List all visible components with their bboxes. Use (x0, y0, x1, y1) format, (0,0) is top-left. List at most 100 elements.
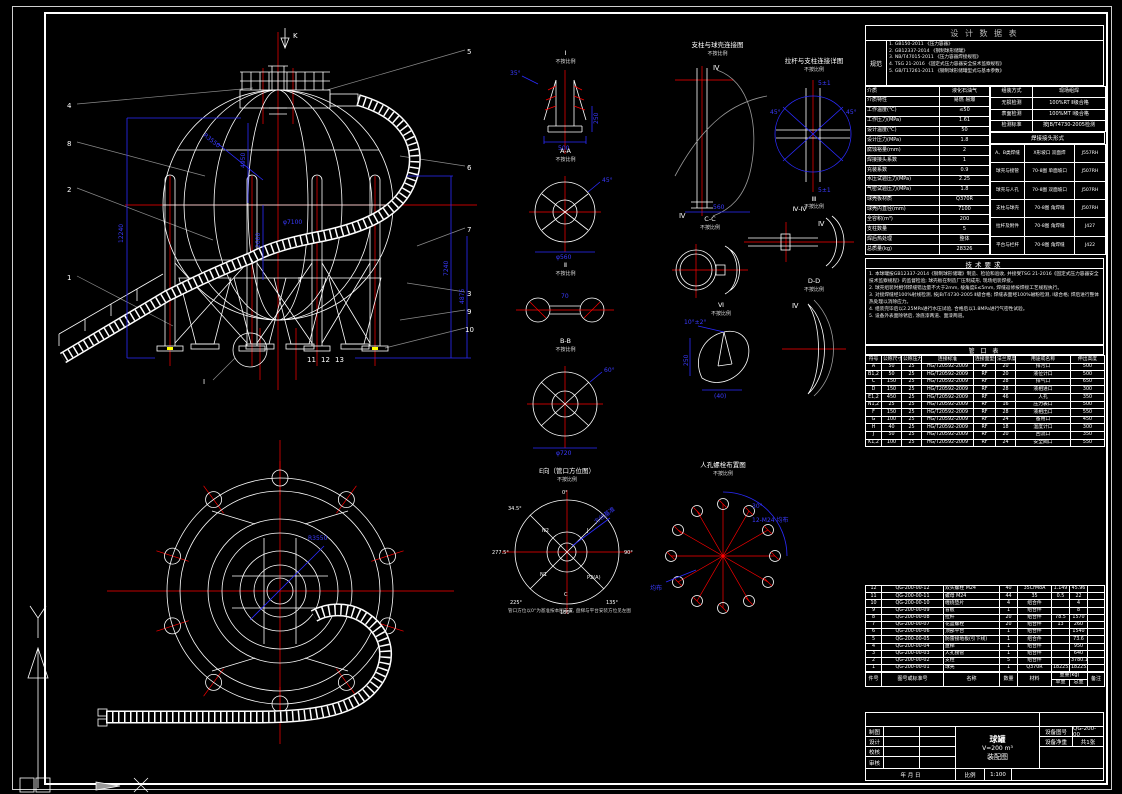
design-param-row: 焊后热处理 整体 (865, 234, 990, 245)
balloon-leader-lines (76, 49, 466, 381)
svg-text:9: 9 (467, 308, 471, 316)
param-value: 28326 (939, 244, 990, 255)
section-BB-drawing: φ720 60° (527, 365, 615, 457)
bom-row: 10 QG-200-00-10 缠绕垫片 4 组合件 4 (865, 599, 1105, 608)
svg-text:C: C (564, 592, 568, 598)
nozzle-row: D 150 25 HG/T20592-2009 RF 28 液相进口 300 (865, 385, 1105, 394)
drawing-title: 球罐 V=200 m³ 装配图 (955, 726, 1040, 769)
scale-label: 比例 (955, 768, 985, 781)
nozzle-row: C 150 25 HG/T20592-2009 RF 28 排气口 650 (865, 377, 1105, 387)
param-label: 充装系数 (865, 165, 940, 176)
nozzle-row: G 100 25 HG/T20592-2009 RF 24 备用口 450 (865, 415, 1105, 425)
section-IV-IV: Ⅳ-Ⅳ Ⅳ (742, 205, 857, 270)
param-value: Q370R (939, 194, 990, 206)
weld-row: 拉杆及附件 70-8图 角焊缝 J427 (990, 217, 1106, 237)
bom-row: 1QG-200-00-01 球壳1 Q370R18225.1 18225.7 (865, 664, 1105, 673)
svg-text:277.5°: 277.5° (492, 550, 509, 556)
design-param-row: 球壳内直径(mm) 7100 (865, 204, 990, 216)
design-param-row: 设计温度(℃) 50 (865, 125, 990, 137)
spec-line: 4. TSG 21-2016 《固定式压力容器安全技术监察规程》 (889, 61, 1005, 67)
weld-row: 球壳与接管 70-8图 单面坡口 J507RH (990, 162, 1106, 182)
notes-title: 技术要求 (865, 258, 1104, 269)
view-E-drawing: 方位基准 0° 34.5° 90° 135° 180° 225° 277.5° … (492, 489, 633, 616)
param-label: 腐蚀裕量(mm) (865, 145, 940, 157)
section-BB: B-B 不按比例 φ720 60° (508, 337, 623, 457)
param-value: 0.9 (939, 165, 990, 176)
svg-text:34.5°: 34.5° (508, 506, 522, 512)
param-label: 焊后热处理 (865, 234, 940, 245)
nozzle-row: K1,2 100 25 HG/T20592-2009 RF 24 安全阀口 550 (865, 438, 1105, 448)
equipment-name: 球罐 (989, 734, 1006, 744)
design-data-table: 设 计 数 据 表 规范 1. GB150-2011 《压力容器》 2. GB12… (865, 25, 1106, 256)
bom-row: 7 QG-200-00-07 花篮螺栓 20 组合件 13 260 (865, 620, 1105, 630)
design-param-row: 介质 液化石油气 (865, 86, 990, 97)
dim-lower: 2600 (255, 233, 262, 248)
view-bolt-layout: 人孔螺栓布置图 不按比例 30° 12-M24 均布 均布 (648, 461, 798, 630)
svg-text:5: 5 (467, 48, 471, 56)
svg-text:N1: N1 (540, 572, 547, 578)
note-line: 5. 设备外表面除锈后, 涂底漆两道、面漆两道。 (869, 314, 968, 320)
svg-text:60°: 60° (604, 367, 615, 374)
note-line: 2. 球壳组装时相邻焊缝错边量不大于2mm, 棱角度E≤5mm, 焊缝返修按焊接… (869, 286, 1063, 292)
design-param-row: 水压试验压力(MPa) 2.25 (865, 174, 990, 186)
equipment-volume: V=200 m³ (982, 744, 1013, 752)
param-value: 2 (939, 145, 990, 157)
svg-text:10°±2°: 10°±2° (684, 319, 706, 326)
bom-row: 9 QG-200-00-09 盲板 1 组合件 8 (865, 606, 1105, 615)
section-CC-drawing (672, 243, 748, 298)
svg-text:P2(A): P2(A) (587, 575, 601, 581)
param-value: 整体 (939, 234, 990, 245)
top-platform (239, 65, 359, 109)
svg-text:4: 4 (67, 102, 72, 110)
design-param-row: 腐蚀裕量(mm) 2 (865, 145, 990, 157)
svg-text:7: 7 (467, 226, 471, 234)
param-value: 1 (939, 155, 990, 166)
view-E-note: 管口方位以0°为基准按本图布置, 盘梯与平台安装方位见左图 (508, 609, 631, 614)
param-label: 工作压力(MPa) (865, 115, 940, 127)
bom-row: 2 QG-200-00-02 支柱 5 组合件 3780.1 (865, 656, 1105, 666)
nozzle-row: F 150 25 HG/T20592-2009 RF 28 液相出口 550 (865, 408, 1105, 417)
bom-row: 11 QG-200-00-11 螺母 M24 44 35 0.5 22 (865, 592, 1105, 601)
svg-text:φ720: φ720 (556, 450, 572, 457)
svg-text:5±1: 5±1 (818, 187, 831, 194)
param-value: 1.61 (939, 115, 990, 127)
nozzle-row: H 40 25 HG/T20592-2009 RF 18 温度计口 300 (865, 423, 1105, 432)
design-right-row: 检测标准 按JB/T4730-2005检测 (990, 119, 1106, 133)
param-value: 1.8 (939, 135, 990, 147)
svg-text:Ⅳ: Ⅳ (792, 302, 799, 310)
section-DD-drawing: Ⅳ (782, 299, 846, 396)
param-label: 全容积(m³) (865, 214, 940, 226)
param-label: 球壳板材质 (865, 194, 940, 206)
nozzle-row: E1,2 450 25 HG/T20592-2009 RF 46 人孔 350 (865, 392, 1105, 402)
svg-text:2: 2 (67, 186, 71, 194)
param-value: 200 (939, 214, 990, 226)
detail-II-drawing: 70 (516, 293, 614, 322)
dim-upper: 4950 (240, 153, 247, 168)
design-table-title: 设 计 数 据 表 (865, 25, 1104, 41)
nozzle-schedule: 符号 公称尺寸 公称压力 连接标准 连接面型式 法兰厚度 用途或名称 伸出高度 … (865, 355, 1105, 448)
spec-line: 1. GB150-2011 《压力容器》 (889, 42, 953, 47)
design-param-row: 工作温度(℃) ≤50 (865, 105, 990, 117)
param-value: ≤50 (939, 105, 990, 117)
design-param-row: 全容积(m³) 200 (865, 214, 990, 226)
bill-of-materials: 12 QG-200-00-12 双头螺柱 M24 40 35CrMoA 1.149 4… (865, 584, 1106, 687)
svg-text:Ⅳ: Ⅳ (713, 64, 720, 72)
svg-text:K: K (293, 32, 298, 40)
param-label: 工作温度(℃) (865, 105, 940, 117)
weld-row: A、B类焊缝 X形坡口 双面焊 J557RH (990, 143, 1106, 164)
nozzle-table-title: 管 口 表 (865, 345, 1104, 355)
spec-lines: 1. GB150-2011 《压力容器》 2. GB12337-2014 《钢制球… (887, 41, 1103, 85)
spec-label: 规范 (866, 41, 887, 85)
date-cell: 年 月 日 (865, 768, 956, 781)
param-label: 球壳内直径(mm) (865, 204, 940, 216)
param-value: 7100 (939, 204, 990, 216)
detail-VI: Ⅵ 不按比例 10°±2° 250 (40) (682, 301, 760, 400)
svg-text:135°: 135° (606, 600, 619, 606)
svg-text:5±1: 5±1 (818, 80, 831, 87)
section-II-mark: Ⅱ (298, 276, 301, 284)
elevation-centerlines (125, 32, 477, 390)
detail-I-mark: Ⅰ (203, 378, 205, 386)
bom-row: 12 QG-200-00-12 双头螺柱 M24 40 35CrMoA 1.149 4… (865, 584, 1105, 594)
svg-text:30°: 30° (752, 503, 763, 510)
svg-text:10: 10 (465, 326, 474, 334)
